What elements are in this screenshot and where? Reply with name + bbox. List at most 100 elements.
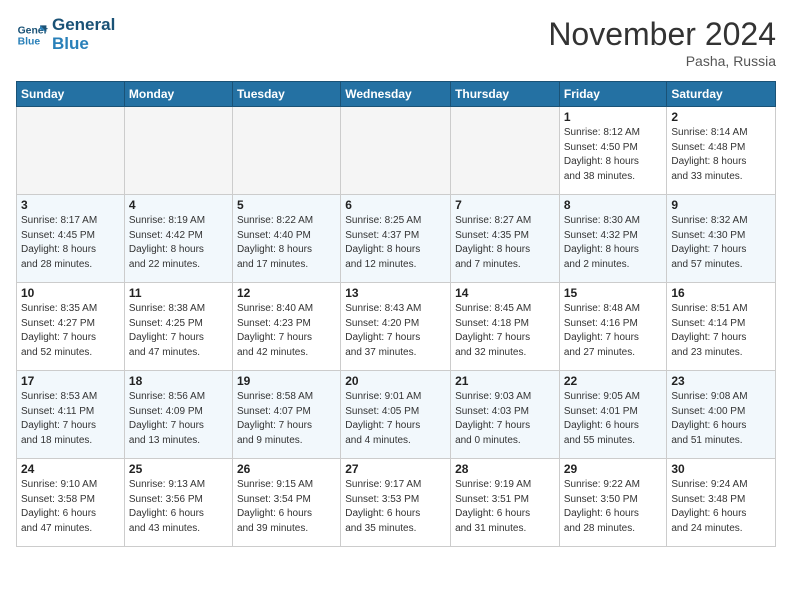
- cell-2-0: 10Sunrise: 8:35 AMSunset: 4:27 PMDayligh…: [17, 283, 125, 371]
- cell-1-4: 7Sunrise: 8:27 AMSunset: 4:35 PMDaylight…: [451, 195, 560, 283]
- col-sunday: Sunday: [17, 82, 125, 107]
- col-thursday: Thursday: [451, 82, 560, 107]
- day-info: Sunrise: 9:22 AMSunset: 3:50 PMDaylight:…: [564, 478, 663, 536]
- day-number: 5: [237, 198, 336, 212]
- day-number: 8: [564, 198, 663, 212]
- day-number: 23: [671, 374, 771, 388]
- cell-3-2: 19Sunrise: 8:58 AMSunset: 4:07 PMDayligh…: [232, 371, 340, 459]
- cell-2-4: 14 Sunrise: 8:45 AMSunset: 4:18 PMDayligh…: [451, 283, 560, 371]
- col-saturday: Saturday: [667, 82, 776, 107]
- day-number: 14: [455, 286, 555, 300]
- cell-1-1: 4 Sunrise: 8:19 AMSunset: 4:42 PMDaylight…: [124, 195, 232, 283]
- day-number: 9: [671, 198, 771, 212]
- day-info: Sunrise: 9:17 AMSunset: 3:53 PMDaylight:…: [345, 478, 446, 536]
- day-info: Sunrise: 8:27 AMSunset: 4:35 PMDaylight:…: [455, 214, 555, 272]
- day-info: Sunrise: 8:48 AMSunset: 4:16 PMDaylight:…: [564, 302, 663, 360]
- day-number: 16: [671, 286, 771, 300]
- cell-4-4: 28Sunrise: 9:19 AMSunset: 3:51 PMDayligh…: [451, 459, 560, 547]
- day-number: 6: [345, 198, 446, 212]
- day-info: Sunrise: 8:22 AMSunset: 4:40 PMDaylight:…: [237, 214, 336, 272]
- day-info: Sunrise: 8:45 AMSunset: 4:18 PMDaylight:…: [455, 302, 555, 360]
- day-info: Sunrise: 9:15 AMSunset: 3:54 PMDaylight:…: [237, 478, 336, 536]
- day-info: Sunrise: 8:56 AMSunset: 4:09 PMDaylight:…: [129, 390, 228, 448]
- day-number: 21: [455, 374, 555, 388]
- day-info: Sunrise: 8:17 AMSunset: 4:45 PMDaylight:…: [21, 214, 120, 272]
- day-info: Sunrise: 8:30 AMSunset: 4:32 PMDaylight:…: [564, 214, 663, 272]
- cell-2-2: 12 Sunrise: 8:40 AMSunset: 4:23 PMDayligh…: [232, 283, 340, 371]
- day-info: Sunrise: 8:19 AMSunset: 4:42 PMDaylight:…: [129, 214, 228, 272]
- cell-3-5: 22 Sunrise: 9:05 AMSunset: 4:01 PMDayligh…: [559, 371, 667, 459]
- week-row-3: 10Sunrise: 8:35 AMSunset: 4:27 PMDayligh…: [17, 283, 776, 371]
- cell-4-5: 29 Sunrise: 9:22 AMSunset: 3:50 PMDayligh…: [559, 459, 667, 547]
- day-number: 22: [564, 374, 663, 388]
- cell-1-3: 6 Sunrise: 8:25 AMSunset: 4:37 PMDaylight…: [341, 195, 451, 283]
- header: General Blue General Blue November 2024 …: [16, 16, 776, 69]
- svg-text:Blue: Blue: [18, 36, 41, 47]
- month-title: November 2024: [548, 16, 776, 53]
- day-info: Sunrise: 9:03 AMSunset: 4:03 PMDaylight:…: [455, 390, 555, 448]
- cell-3-4: 21 Sunrise: 9:03 AMSunset: 4:03 PMDayligh…: [451, 371, 560, 459]
- day-info: Sunrise: 8:32 AMSunset: 4:30 PMDaylight:…: [671, 214, 771, 272]
- day-number: 3: [21, 198, 120, 212]
- cell-3-0: 17 Sunrise: 8:53 AMSunset: 4:11 PMDayligh…: [17, 371, 125, 459]
- cell-2-1: 11Sunrise: 8:38 AMSunset: 4:25 PMDayligh…: [124, 283, 232, 371]
- day-number: 13: [345, 286, 446, 300]
- logo-line1: General: [52, 16, 115, 35]
- cell-0-1: [124, 107, 232, 195]
- col-tuesday: Tuesday: [232, 82, 340, 107]
- day-info: Sunrise: 8:53 AMSunset: 4:11 PMDaylight:…: [21, 390, 120, 448]
- cell-4-3: 27 Sunrise: 9:17 AMSunset: 3:53 PMDayligh…: [341, 459, 451, 547]
- day-info: Sunrise: 8:43 AMSunset: 4:20 PMDaylight:…: [345, 302, 446, 360]
- location: Pasha, Russia: [548, 53, 776, 69]
- day-number: 1: [564, 110, 663, 124]
- day-info: Sunrise: 9:05 AMSunset: 4:01 PMDaylight:…: [564, 390, 663, 448]
- cell-0-5: 1 Sunrise: 8:12 AMSunset: 4:50 PMDaylight…: [559, 107, 667, 195]
- week-row-1: 1 Sunrise: 8:12 AMSunset: 4:50 PMDaylight…: [17, 107, 776, 195]
- cell-2-5: 15Sunrise: 8:48 AMSunset: 4:16 PMDayligh…: [559, 283, 667, 371]
- day-info: Sunrise: 8:25 AMSunset: 4:37 PMDaylight:…: [345, 214, 446, 272]
- logo-line2: Blue: [52, 35, 115, 54]
- cell-1-0: 3 Sunrise: 8:17 AMSunset: 4:45 PMDaylight…: [17, 195, 125, 283]
- week-row-2: 3 Sunrise: 8:17 AMSunset: 4:45 PMDaylight…: [17, 195, 776, 283]
- day-info: Sunrise: 8:14 AMSunset: 4:48 PMDaylight:…: [671, 126, 771, 184]
- day-number: 18: [129, 374, 228, 388]
- cell-4-2: 26 Sunrise: 9:15 AMSunset: 3:54 PMDayligh…: [232, 459, 340, 547]
- cell-4-6: 30Sunrise: 9:24 AMSunset: 3:48 PMDayligh…: [667, 459, 776, 547]
- week-row-5: 24Sunrise: 9:10 AMSunset: 3:58 PMDayligh…: [17, 459, 776, 547]
- logo-icon: General Blue: [16, 19, 48, 51]
- calendar: Sunday Monday Tuesday Wednesday Thursday…: [16, 81, 776, 547]
- cell-2-6: 16 Sunrise: 8:51 AMSunset: 4:14 PMDayligh…: [667, 283, 776, 371]
- cell-3-1: 18 Sunrise: 8:56 AMSunset: 4:09 PMDayligh…: [124, 371, 232, 459]
- title-block: November 2024 Pasha, Russia: [548, 16, 776, 69]
- day-number: 2: [671, 110, 771, 124]
- cell-0-6: 2 Sunrise: 8:14 AMSunset: 4:48 PMDaylight…: [667, 107, 776, 195]
- day-number: 10: [21, 286, 120, 300]
- day-number: 4: [129, 198, 228, 212]
- logo: General Blue General Blue: [16, 16, 115, 53]
- cell-2-3: 13 Sunrise: 8:43 AMSunset: 4:20 PMDayligh…: [341, 283, 451, 371]
- col-monday: Monday: [124, 82, 232, 107]
- day-number: 26: [237, 462, 336, 476]
- day-info: Sunrise: 9:01 AMSunset: 4:05 PMDaylight:…: [345, 390, 446, 448]
- day-number: 17: [21, 374, 120, 388]
- day-number: 12: [237, 286, 336, 300]
- day-info: Sunrise: 8:12 AMSunset: 4:50 PMDaylight:…: [564, 126, 663, 184]
- day-info: Sunrise: 9:13 AMSunset: 3:56 PMDaylight:…: [129, 478, 228, 536]
- day-number: 29: [564, 462, 663, 476]
- cell-4-1: 25 Sunrise: 9:13 AMSunset: 3:56 PMDayligh…: [124, 459, 232, 547]
- cell-4-0: 24Sunrise: 9:10 AMSunset: 3:58 PMDayligh…: [17, 459, 125, 547]
- day-number: 25: [129, 462, 228, 476]
- day-info: Sunrise: 9:10 AMSunset: 3:58 PMDaylight:…: [21, 478, 120, 536]
- day-info: Sunrise: 9:24 AMSunset: 3:48 PMDaylight:…: [671, 478, 771, 536]
- col-wednesday: Wednesday: [341, 82, 451, 107]
- day-number: 27: [345, 462, 446, 476]
- day-info: Sunrise: 9:19 AMSunset: 3:51 PMDaylight:…: [455, 478, 555, 536]
- cell-0-2: [232, 107, 340, 195]
- cell-1-2: 5 Sunrise: 8:22 AMSunset: 4:40 PMDaylight…: [232, 195, 340, 283]
- page: General Blue General Blue November 2024 …: [0, 0, 792, 563]
- day-info: Sunrise: 8:40 AMSunset: 4:23 PMDaylight:…: [237, 302, 336, 360]
- day-info: Sunrise: 8:58 AMSunset: 4:07 PMDaylight:…: [237, 390, 336, 448]
- day-info: Sunrise: 8:51 AMSunset: 4:14 PMDaylight:…: [671, 302, 771, 360]
- day-number: 20: [345, 374, 446, 388]
- cell-1-5: 8 Sunrise: 8:30 AMSunset: 4:32 PMDaylight…: [559, 195, 667, 283]
